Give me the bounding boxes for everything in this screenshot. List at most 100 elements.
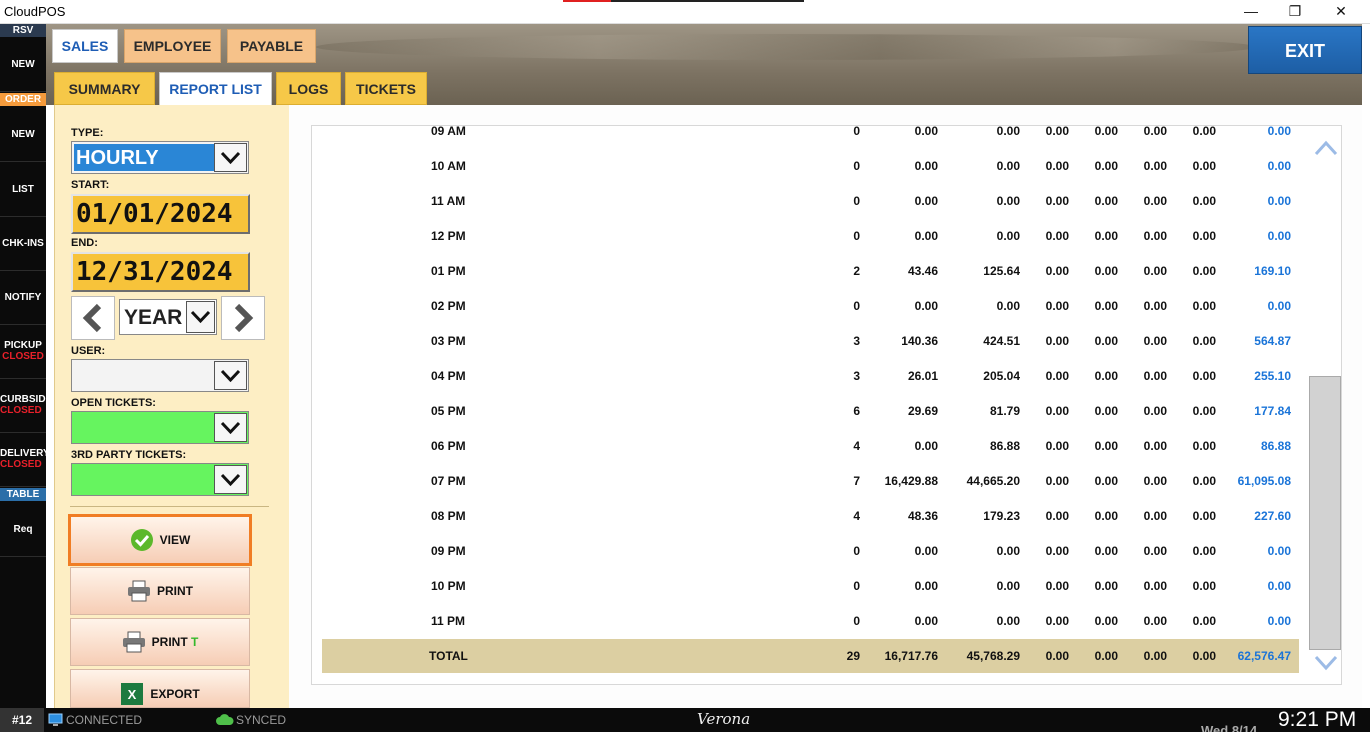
cell-col-a: 140.36 — [901, 334, 938, 348]
cell-col-d: 0.00 — [1094, 159, 1118, 173]
cell-count: 3 — [853, 369, 860, 383]
tab-report-list[interactable]: REPORT LIST — [159, 72, 272, 105]
status-date: Wed 8/14 — [1201, 723, 1258, 732]
excel-icon: X — [121, 683, 144, 705]
tab-payable[interactable]: PAYABLE — [227, 29, 316, 63]
scroll-up-icon[interactable] — [1313, 138, 1339, 158]
cell-total: 255.10 — [1254, 369, 1291, 383]
chevron-down-icon — [214, 361, 247, 390]
cell-col-c: 0.00 — [1045, 614, 1069, 628]
previous-period-button[interactable] — [71, 296, 115, 340]
sidebar-item-req[interactable]: Req — [0, 502, 46, 557]
type-select[interactable]: HOURLY — [71, 141, 249, 174]
start-date-field[interactable]: 01/01/2024 — [71, 194, 250, 234]
view-button[interactable]: VIEW — [68, 514, 252, 566]
chevron-down-icon — [214, 413, 247, 442]
sidebar-item-list[interactable]: LIST — [0, 163, 46, 217]
cell-count: 0 — [853, 614, 860, 628]
cell-time: 08 PM — [431, 509, 466, 523]
cell-col-c: 0.00 — [1045, 159, 1069, 173]
sidebar-item-notify[interactable]: NOTIFY — [0, 271, 46, 325]
cell-col-c: 0.00 — [1045, 299, 1069, 313]
print-button-label: PRINT — [157, 584, 193, 598]
cell-total: 0.00 — [1267, 229, 1291, 243]
printer-icon — [122, 631, 145, 653]
pickup-label: PICKUP — [4, 340, 42, 351]
cell-col-d: 0.00 — [1094, 649, 1118, 663]
tab-sales[interactable]: SALES — [52, 29, 118, 63]
cell-col-c: 0.00 — [1045, 474, 1069, 488]
exit-button[interactable]: EXIT — [1248, 26, 1362, 74]
sidebar-item-order-new[interactable]: NEW — [0, 108, 46, 162]
next-period-button[interactable] — [221, 296, 265, 340]
cell-col-d: 0.00 — [1094, 369, 1118, 383]
connection-status: CONNECTED — [66, 713, 143, 727]
cell-col-f: 0.00 — [1192, 264, 1216, 278]
cell-col-b: 0.00 — [996, 579, 1020, 593]
cell-col-e: 0.00 — [1143, 369, 1167, 383]
cell-total: 86.88 — [1260, 439, 1291, 453]
title-accent-red — [563, 0, 611, 2]
cell-col-c: 0.00 — [1045, 369, 1069, 383]
minimize-button[interactable]: — — [1228, 0, 1274, 24]
close-button[interactable]: ✕ — [1318, 0, 1364, 24]
cell-col-b: 45,768.29 — [966, 649, 1020, 663]
cell-count: 2 — [853, 264, 860, 278]
tab-logs[interactable]: LOGS — [276, 72, 341, 105]
cell-total: 169.10 — [1254, 264, 1291, 278]
divider — [70, 506, 269, 507]
open-tickets-select[interactable] — [71, 411, 249, 444]
tab-employee[interactable]: EMPLOYEE — [124, 29, 221, 63]
tab-tickets[interactable]: TICKETS — [345, 72, 427, 105]
print-button[interactable]: PRINT — [70, 567, 250, 615]
table-row: 02 PM 0 0.00 0.00 0.00 0.00 0.00 0.00 0.00 — [312, 289, 1302, 324]
cell-col-e: 0.00 — [1143, 125, 1167, 138]
check-circle-icon — [130, 529, 153, 551]
cell-col-d: 0.00 — [1094, 194, 1118, 208]
table-row: 01 PM 2 43.46 125.64 0.00 0.00 0.00 0.00 169.10 — [312, 254, 1302, 289]
chevron-left-icon — [82, 303, 102, 333]
user-select-value — [74, 362, 214, 389]
table-row: 10 AM 0 0.00 0.00 0.00 0.00 0.00 0.00 0.00 — [312, 149, 1302, 184]
sidebar-item-curbside[interactable]: CURBSID CLOSED — [0, 379, 46, 433]
cell-time: 09 AM — [431, 125, 466, 138]
table-row: 12 PM 0 0.00 0.00 0.00 0.00 0.00 0.00 0.00 — [312, 219, 1302, 254]
cell-col-e: 0.00 — [1143, 474, 1167, 488]
table-row: 07 PM 7 16,429.88 44,665.20 0.00 0.00 0.00 0.00… — [312, 464, 1302, 499]
cell-col-a: 0.00 — [914, 614, 938, 628]
start-label: START: — [71, 179, 110, 191]
cell-col-e: 0.00 — [1143, 404, 1167, 418]
chevron-down-icon — [214, 465, 247, 494]
period-select[interactable]: YEAR — [119, 299, 217, 335]
sidebar-item-chk-ins[interactable]: CHK-INS — [0, 217, 46, 271]
end-date-field[interactable]: 12/31/2024 — [71, 252, 250, 292]
cell-count: 0 — [853, 299, 860, 313]
scrollbar-thumb[interactable] — [1309, 376, 1341, 650]
table-row: 03 PM 3 140.36 424.51 0.00 0.00 0.00 0.00 564.87 — [312, 324, 1302, 359]
cell-col-e: 0.00 — [1143, 649, 1167, 663]
table-row: 04 PM 3 26.01 205.04 0.00 0.00 0.00 0.00 255.10 — [312, 359, 1302, 394]
maximize-button[interactable]: ❐ — [1272, 0, 1318, 24]
sidebar-item-pickup[interactable]: PICKUP CLOSED — [0, 325, 46, 379]
print-t-button[interactable]: PRINT T — [70, 618, 250, 666]
scroll-down-icon[interactable] — [1313, 653, 1339, 673]
cell-col-b: 205.04 — [983, 369, 1020, 383]
cell-time: 04 PM — [431, 369, 466, 383]
table-row: 09 PM 0 0.00 0.00 0.00 0.00 0.00 0.00 0.00 — [312, 534, 1302, 569]
tab-summary[interactable]: SUMMARY — [54, 72, 155, 105]
vertical-scrollbar[interactable] — [1309, 126, 1341, 684]
cell-col-c: 0.00 — [1045, 264, 1069, 278]
cell-time: 01 PM — [431, 264, 466, 278]
cell-col-c: 0.00 — [1045, 229, 1069, 243]
cell-col-e: 0.00 — [1143, 264, 1167, 278]
sidebar-item-rsv-new[interactable]: NEW — [0, 38, 46, 92]
third-party-tickets-select[interactable] — [71, 463, 249, 496]
sidebar-item-delivery[interactable]: DELIVERY CLOSED — [0, 433, 46, 487]
cell-total: 0.00 — [1267, 159, 1291, 173]
cell-total: 61,095.08 — [1237, 474, 1291, 488]
user-select[interactable] — [71, 359, 249, 392]
cell-col-b: 0.00 — [996, 614, 1020, 628]
cell-col-e: 0.00 — [1143, 544, 1167, 558]
cell-col-e: 0.00 — [1143, 299, 1167, 313]
export-button[interactable]: X EXPORT — [70, 669, 250, 708]
